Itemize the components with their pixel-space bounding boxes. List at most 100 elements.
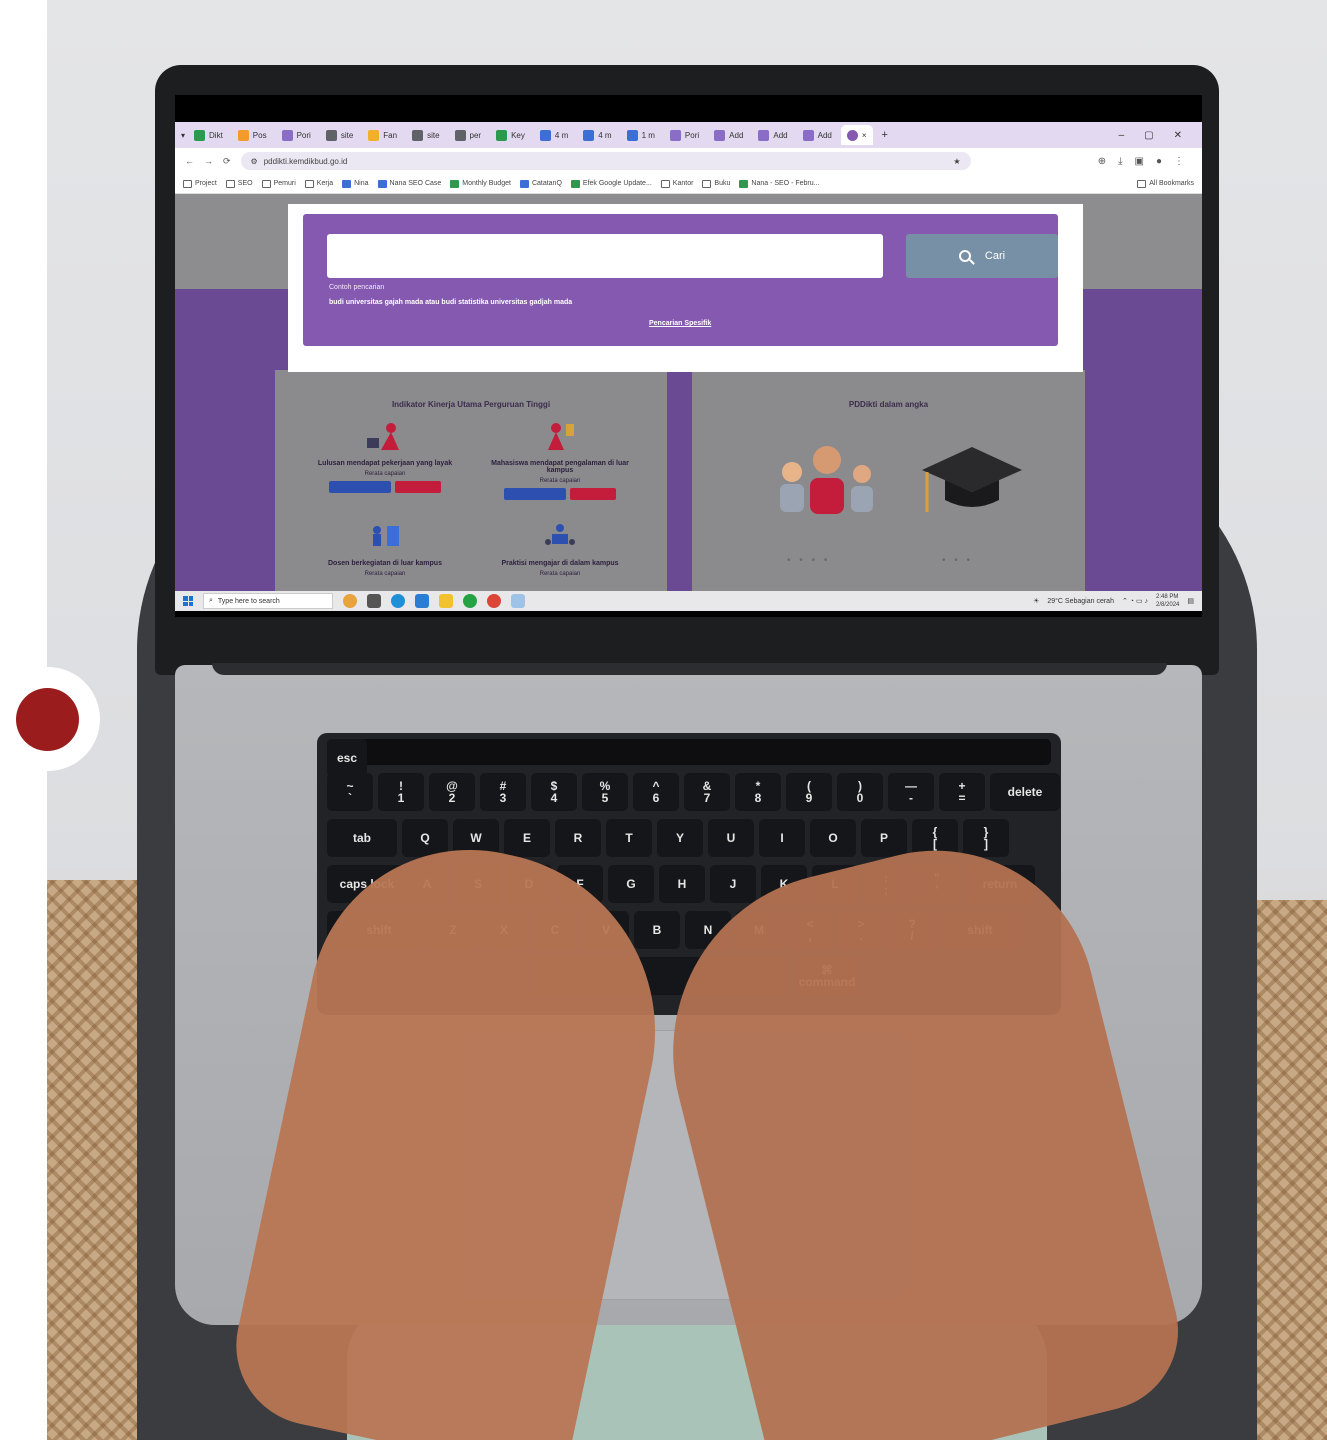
- bookmark-item[interactable]: SEO: [225, 179, 253, 188]
- tab-favicon-icon: [237, 129, 249, 141]
- bookmark-item[interactable]: Project: [183, 179, 217, 188]
- badge-app-icon[interactable]: [343, 594, 357, 608]
- key[interactable]: Y: [657, 819, 703, 857]
- edge-icon[interactable]: [391, 594, 405, 608]
- key[interactable]: } ]: [963, 819, 1009, 857]
- all-bookmarks[interactable]: All Bookmarks: [1137, 179, 1194, 188]
- browser-tab[interactable]: 4 m: [577, 125, 617, 145]
- key[interactable]: E: [504, 819, 550, 857]
- browser-tab[interactable]: site: [320, 125, 359, 145]
- bookmark-item[interactable]: Kantor: [660, 179, 693, 188]
- bookmark-item[interactable]: Kerja: [304, 179, 333, 188]
- browser-tab[interactable]: 4 m: [534, 125, 574, 145]
- search-button[interactable]: Cari: [906, 234, 1058, 278]
- weather-icon[interactable]: ☀: [1033, 597, 1039, 605]
- extension-icon[interactable]: ⊕: [1098, 156, 1106, 167]
- taskbar-search[interactable]: ⌕ Type here to search: [203, 593, 333, 609]
- bookmark-item[interactable]: Nana - SEO - Febru...: [739, 179, 819, 188]
- search-input[interactable]: [327, 234, 883, 278]
- key[interactable]: % 5: [582, 773, 628, 811]
- menu-icon[interactable]: ⋮: [1174, 156, 1184, 167]
- key[interactable]: U: [708, 819, 754, 857]
- key-esc[interactable]: esc: [327, 739, 367, 777]
- back-icon[interactable]: ←: [185, 156, 194, 166]
- browser-tab[interactable]: Key: [490, 125, 531, 145]
- bookmark-item[interactable]: Nina: [342, 179, 369, 188]
- bookmark-item[interactable]: Pemuri: [261, 179, 296, 188]
- forward-icon[interactable]: →: [204, 156, 213, 166]
- key[interactable]: I: [759, 819, 805, 857]
- key[interactable]: O: [810, 819, 856, 857]
- specific-search-link[interactable]: Pencarian Spesifik: [649, 320, 711, 327]
- tab-favicon-icon: [454, 129, 466, 141]
- bookmark-item[interactable]: Efek Google Update...: [570, 179, 652, 188]
- browser-tab[interactable]: Add: [708, 125, 749, 145]
- browser-tab[interactable]: per: [449, 125, 488, 145]
- photos-icon[interactable]: [511, 594, 525, 608]
- key[interactable]: T: [606, 819, 652, 857]
- key[interactable]: @ 2: [429, 773, 475, 811]
- download-icon[interactable]: ⤓: [1118, 156, 1122, 167]
- key[interactable]: ^ 6: [633, 773, 679, 811]
- profile-avatar[interactable]: ●: [1156, 156, 1162, 167]
- close-window-button[interactable]: ✕: [1174, 130, 1182, 141]
- key[interactable]: ) 0: [837, 773, 883, 811]
- key-delete[interactable]: delete: [990, 773, 1060, 811]
- touch-bar[interactable]: [327, 739, 1051, 765]
- bookmark-star-icon[interactable]: ★: [953, 157, 960, 166]
- notification-icon[interactable]: ▤: [1187, 597, 1194, 605]
- system-tray-icon[interactable]: ⌃ ◔ ▭ ♪: [1122, 597, 1148, 605]
- task-view-icon[interactable]: [367, 594, 381, 608]
- key[interactable]: P: [861, 819, 907, 857]
- key[interactable]: J: [710, 865, 756, 903]
- maximize-button[interactable]: ▢: [1144, 130, 1153, 141]
- key[interactable]: ! 1: [378, 773, 424, 811]
- key-tab[interactable]: tab: [327, 819, 397, 857]
- key[interactable]: G: [608, 865, 654, 903]
- weather-text[interactable]: 29°C Sebagian cerah: [1047, 598, 1114, 605]
- active-tab[interactable]: ×: [840, 125, 873, 145]
- tab-search-icon[interactable]: ▾: [181, 131, 185, 140]
- new-tab-button[interactable]: +: [882, 129, 888, 141]
- key[interactable]: & 7: [684, 773, 730, 811]
- key[interactable]: + =: [939, 773, 985, 811]
- browser-tab[interactable]: Dikt: [188, 125, 229, 145]
- minimize-button[interactable]: –: [1119, 130, 1125, 141]
- key[interactable]: H: [659, 865, 705, 903]
- key[interactable]: B: [634, 911, 680, 949]
- browser-tab[interactable]: Pori: [276, 125, 317, 145]
- bookmark-item[interactable]: Monthly Budget: [450, 179, 511, 188]
- chrome-icon[interactable]: [487, 594, 501, 608]
- reload-icon[interactable]: ⟳: [223, 156, 231, 167]
- browser-tab[interactable]: Fan: [362, 125, 403, 145]
- store-icon[interactable]: [415, 594, 429, 608]
- bookmark-item[interactable]: Nana SEO Case: [377, 179, 441, 188]
- browser-tab[interactable]: Pos: [232, 125, 273, 145]
- key[interactable]: * 8: [735, 773, 781, 811]
- key[interactable]: — -: [888, 773, 934, 811]
- tab-favicon-icon: [626, 129, 638, 141]
- key[interactable]: # 3: [480, 773, 526, 811]
- browser-tab[interactable]: Pori: [664, 125, 705, 145]
- close-tab-icon[interactable]: ×: [862, 131, 867, 140]
- url-field[interactable]: ⚙ pddikti.kemdikbud.go.id ★: [240, 152, 971, 170]
- whatsapp-icon[interactable]: [463, 594, 477, 608]
- browser-tab[interactable]: Add: [797, 125, 838, 145]
- carousel-dots[interactable]: • • •: [942, 555, 973, 566]
- bookmark-item[interactable]: CatatanQ: [519, 179, 562, 188]
- clock[interactable]: 2:48 PM 2/8/2024: [1156, 593, 1179, 609]
- file-explorer-icon[interactable]: [439, 594, 453, 608]
- windows-start-icon[interactable]: [183, 596, 193, 606]
- site-info-icon[interactable]: ⚙: [251, 157, 258, 166]
- key[interactable]: R: [555, 819, 601, 857]
- carousel-dots[interactable]: • • • •: [787, 555, 830, 566]
- decor-red-dot: [16, 688, 79, 751]
- browser-tab[interactable]: 1 m: [621, 125, 661, 145]
- key[interactable]: ( 9: [786, 773, 832, 811]
- key[interactable]: $ 4: [531, 773, 577, 811]
- bookmark-item[interactable]: Buku: [702, 179, 730, 188]
- key[interactable]: ~ `: [327, 773, 373, 811]
- browser-tab[interactable]: Add: [752, 125, 793, 145]
- side-panel-icon[interactable]: ▣: [1135, 156, 1144, 167]
- browser-tab[interactable]: site: [406, 125, 445, 145]
